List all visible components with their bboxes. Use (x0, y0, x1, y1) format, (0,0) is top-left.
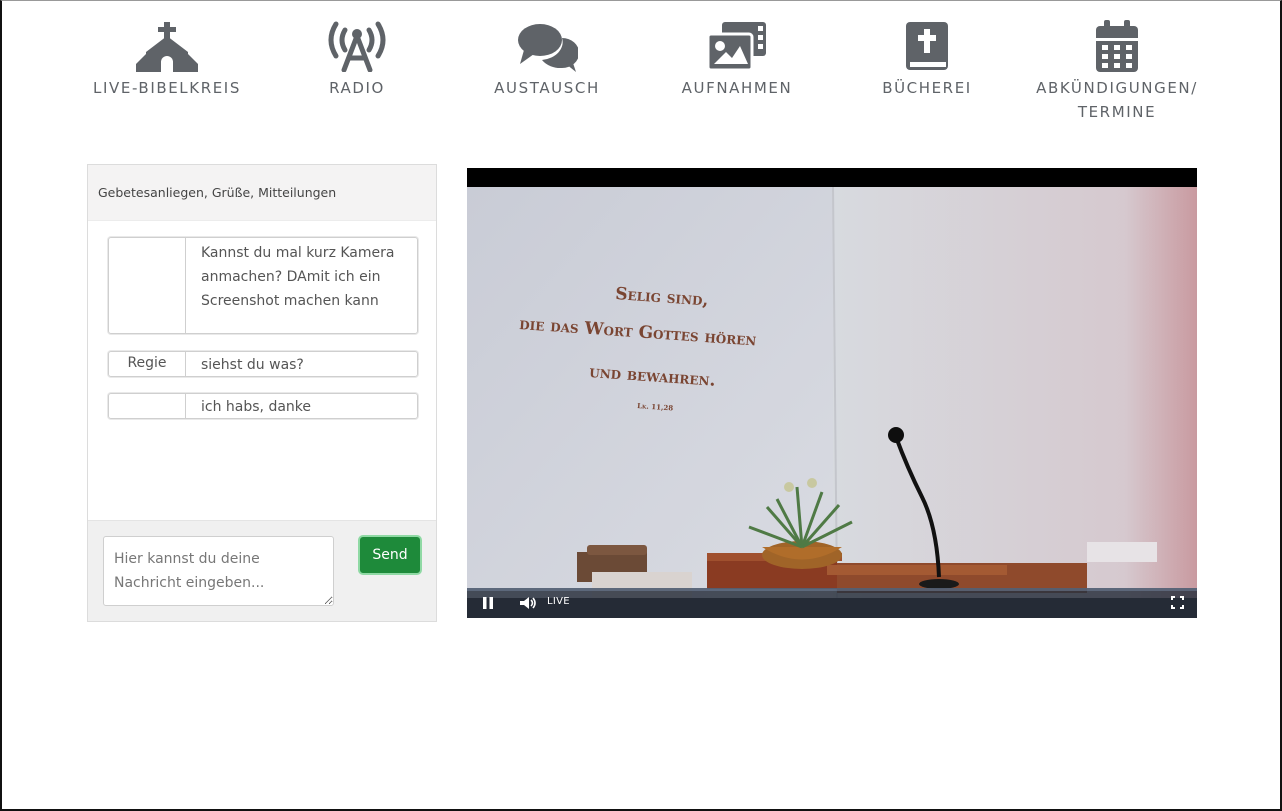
message-input[interactable] (103, 536, 334, 606)
video-controls: LIVE (467, 588, 1197, 618)
church-icon (136, 22, 198, 72)
photo-video-icon (706, 22, 766, 72)
nav-label-line1: ABKÜNDIGUNGEN/ (1036, 79, 1198, 97)
send-button[interactable]: Send (358, 535, 422, 575)
live-video-frame: Selig sind, die das Wort Gottes hören un… (467, 187, 1197, 598)
nav-item-live-bibelkreis[interactable]: LIVE-BIBELKREIS (72, 20, 262, 100)
fullscreen-icon[interactable] (1171, 596, 1184, 609)
video-player[interactable]: Selig sind, die das Wort Gottes hören un… (467, 168, 1197, 618)
progress-bar[interactable] (467, 588, 1197, 591)
message-author (109, 238, 186, 333)
message-text: Kannst du mal kurz Kamera anmachen? DAmi… (201, 245, 395, 309)
nav-label: RADIO (329, 79, 385, 97)
message-text: siehst du was? (201, 357, 304, 373)
message-text: ich habs, danke (201, 399, 312, 415)
chat-bubbles-icon (518, 24, 578, 72)
radio-tower-icon (328, 21, 386, 72)
chat-footer: Send (88, 520, 436, 621)
chat-panel: Gebetesanliegen, Grüße, Mitteilungen Kan… (87, 164, 437, 622)
nav-item-radio[interactable]: RADIO (262, 20, 452, 100)
live-indicator: LIVE (547, 596, 570, 607)
chat-header: Gebetesanliegen, Grüße, Mitteilungen (88, 165, 436, 221)
chat-message: Kannst du mal kurz Kamera anmachen? DAmi… (108, 237, 418, 334)
chat-message: ich habs, danke (108, 393, 418, 419)
nav-label: BÜCHEREI (882, 79, 972, 97)
bible-icon (906, 22, 948, 70)
message-author (109, 394, 186, 418)
nav-label: LIVE-BIBELKREIS (93, 79, 241, 97)
calendar-icon (1096, 20, 1138, 72)
volume-icon[interactable] (519, 596, 537, 610)
nav-label: AUSTAUSCH (494, 79, 600, 97)
main-navigation: LIVE-BIBELKREIS RADIO AUSTAUSCH AUFNAHME… (60, 20, 1240, 130)
pause-icon[interactable] (482, 596, 494, 610)
message-author: Regie (109, 352, 186, 376)
nav-label-line2: TERMINE (1077, 103, 1157, 121)
nav-label: AUFNAHMEN (681, 79, 793, 97)
chat-message-list[interactable]: Kannst du mal kurz Kamera anmachen? DAmi… (88, 221, 436, 521)
nav-item-buecherei[interactable]: BÜCHEREI (832, 20, 1022, 100)
nav-item-aufnahmen[interactable]: AUFNAHMEN (642, 20, 832, 100)
nav-item-abkuendigungen-termine[interactable]: ABKÜNDIGUNGEN/ TERMINE (1022, 20, 1212, 124)
chat-message: Regie siehst du was? (108, 351, 418, 377)
nav-item-austausch[interactable]: AUSTAUSCH (452, 20, 642, 100)
